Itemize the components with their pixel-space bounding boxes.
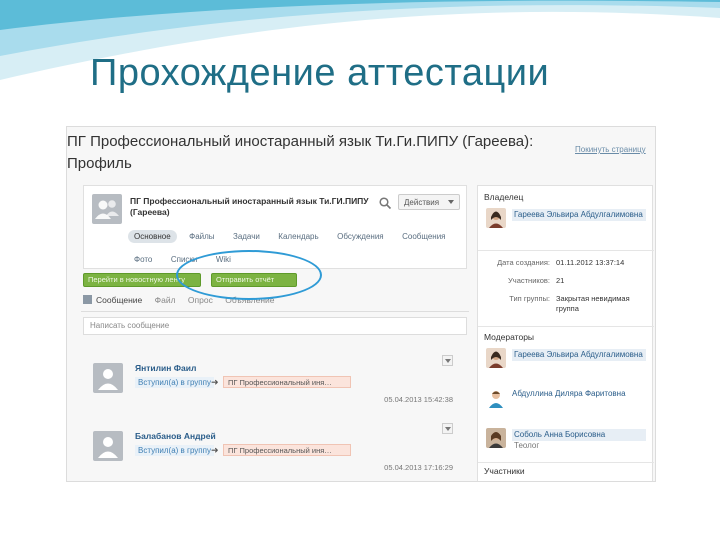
tool-file[interactable]: Файл — [155, 295, 176, 305]
group-name: ПГ Профессиональный иностаранный язык Ти… — [130, 196, 369, 217]
moderator-avatar — [486, 348, 506, 368]
feed-author[interactable]: Балабанов Андрей — [135, 431, 216, 441]
item-menu-chevron-icon[interactable] — [442, 355, 453, 366]
feed-action: Вступил(а) в группу — [135, 377, 214, 388]
members-heading: Участники — [484, 466, 525, 476]
user-icon — [98, 437, 118, 458]
moderator-avatar — [486, 388, 506, 408]
leave-page-link[interactable]: Покинуть страницу — [575, 145, 646, 154]
actions-label: Действия — [404, 198, 440, 207]
group-sidebar: Владелец Гареева Эльвира Абдулгалимовна … — [477, 185, 654, 481]
arrow-right-icon: ➜ — [211, 445, 219, 455]
highlight-ring — [176, 250, 322, 300]
feed-group-link[interactable]: ПГ Профессиональный иня… — [223, 444, 351, 456]
moderator-avatar — [486, 428, 506, 448]
page-title: ПГ Профессиональный иностаранный язык Ти… — [67, 133, 534, 172]
message-icon — [83, 295, 92, 304]
feed-date: 05.04.2013 15:42:38 — [384, 395, 453, 404]
avatar — [93, 431, 123, 461]
moderator-entry[interactable]: Абдуллина Диляра Фаритовна — [484, 386, 648, 414]
feed-item: Балабанов Андрей Вступил(а) в группу ➜ П… — [83, 423, 467, 481]
arrow-right-icon: ➜ — [211, 377, 219, 387]
users-icon — [95, 200, 119, 219]
moderator-name: Абдуллина Диляра Фаритовна — [512, 389, 626, 398]
owner-name: Гареева Эльвира Абдулгалимовна — [512, 209, 646, 221]
tab-photo[interactable]: Фото — [128, 253, 158, 266]
moderator-entry[interactable]: Гареева Эльвира Абдулгалимовна — [484, 346, 648, 374]
tab-calendar[interactable]: Календарь — [272, 230, 324, 243]
chevron-down-icon — [448, 200, 454, 204]
group-avatar — [92, 194, 122, 224]
feed-action: Вступил(а) в группу — [135, 445, 214, 456]
tool-message[interactable]: Сообщение — [83, 295, 142, 305]
feed-group-link[interactable]: ПГ Профессиональный иня… — [223, 376, 351, 388]
search-icon[interactable] — [378, 196, 392, 210]
feed-author[interactable]: Янтилин Фаил — [135, 363, 196, 373]
avatar — [93, 363, 123, 393]
tool-poll[interactable]: Опрос — [188, 295, 213, 305]
moderator-name: Гареева Эльвира Абдулгалимовна — [512, 349, 646, 361]
moderator-note: Теолог — [514, 441, 540, 450]
feed-date: 05.04.2013 17:16:29 — [384, 463, 453, 472]
divider — [478, 250, 654, 251]
feed-item: Янтилин Фаил Вступил(а) в группу ➜ ПГ Пр… — [83, 355, 467, 417]
tab-discussions[interactable]: Обсуждения — [331, 230, 390, 243]
tab-tasks[interactable]: Задачи — [227, 230, 266, 243]
tab-messages[interactable]: Сообщения — [396, 230, 451, 243]
screenshot-frame: ПГ Профессиональный иностаранный язык Ти… — [66, 126, 656, 482]
moderator-entry[interactable]: Соболь Анна Борисовна Теолог — [484, 426, 648, 454]
divider — [478, 326, 654, 327]
actions-dropdown[interactable]: Действия — [398, 194, 460, 210]
compose-message-input[interactable]: Написать сообщение — [83, 317, 467, 335]
activity-feed: Янтилин Фаил Вступил(а) в группу ➜ ПГ Пр… — [83, 355, 467, 481]
divider — [478, 462, 654, 463]
tab-files[interactable]: Файлы — [183, 230, 220, 243]
slide-title: Прохождение аттестации — [90, 52, 550, 94]
tab-main[interactable]: Основное — [128, 230, 177, 243]
divider — [81, 311, 469, 312]
owner-heading: Владелец — [484, 192, 524, 202]
user-icon — [98, 369, 118, 390]
moderators-heading: Модераторы — [484, 332, 535, 342]
item-menu-chevron-icon[interactable] — [442, 423, 453, 434]
owner-entry[interactable]: Гареева Эльвира Абдулгалимовна — [484, 206, 648, 234]
owner-avatar — [486, 208, 506, 228]
